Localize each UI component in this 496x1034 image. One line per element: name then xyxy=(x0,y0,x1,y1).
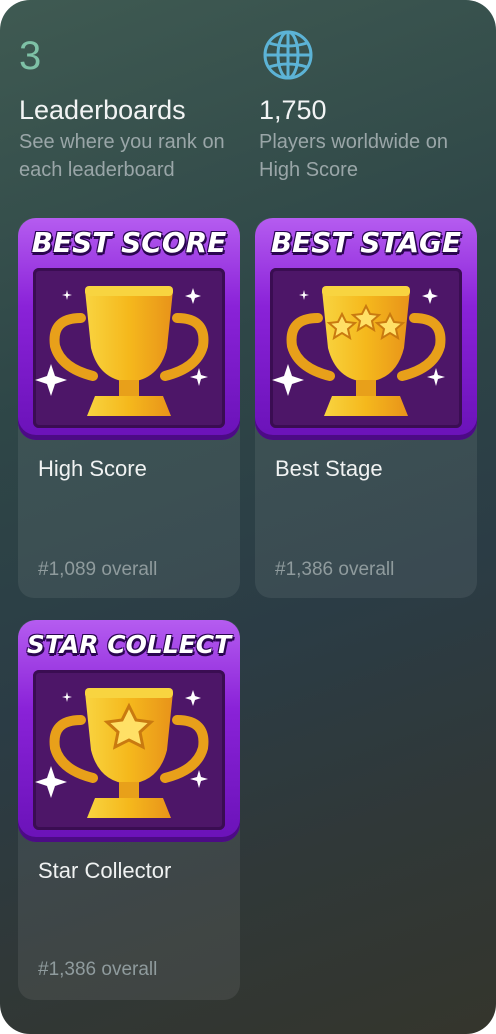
trophy-star-icon xyxy=(35,688,209,818)
leaderboard-card-best-stage[interactable]: BEST STAGE Best Stage #1,386 overall xyxy=(255,218,477,598)
players-description: Players worldwide on High Score xyxy=(259,131,448,181)
leaderboard-count: 3 xyxy=(19,34,42,78)
globe-icon xyxy=(263,30,313,80)
leaderboards-label: Leaderboards xyxy=(19,95,186,125)
leaderboard-rank: #1,386 overall xyxy=(275,559,395,580)
leaderboard-card-high-score[interactable]: BEST SCORE High Score #1,089 overall xyxy=(18,218,240,598)
leaderboard-card-star-collector[interactable]: STAR COLLECT Star Collector #1,386 overa… xyxy=(18,620,240,1000)
leaderboard-name: Best Stage xyxy=(275,456,383,481)
badge-title: STAR COLLECT xyxy=(26,630,232,659)
leaderboard-name: Star Collector xyxy=(38,858,172,883)
best-score-badge: BEST SCORE xyxy=(18,218,240,440)
players-count: 1,750 xyxy=(259,95,327,125)
leaderboard-rank: #1,089 overall xyxy=(38,559,158,580)
star-collect-badge: STAR COLLECT xyxy=(18,620,240,842)
leaderboard-name: High Score xyxy=(38,456,147,481)
leaderboards-description: See where you rank on each leaderboard xyxy=(19,131,225,181)
best-stage-badge: BEST STAGE xyxy=(255,218,477,440)
trophy-three-stars-icon xyxy=(272,286,446,416)
leaderboards-panel: 3 Leaderboards See where you rank on eac… xyxy=(0,0,496,1034)
leaderboard-rank: #1,386 overall xyxy=(38,959,158,980)
badge-title: BEST SCORE xyxy=(31,226,227,259)
badge-title: BEST STAGE xyxy=(270,226,462,259)
trophy-icon xyxy=(35,286,209,416)
